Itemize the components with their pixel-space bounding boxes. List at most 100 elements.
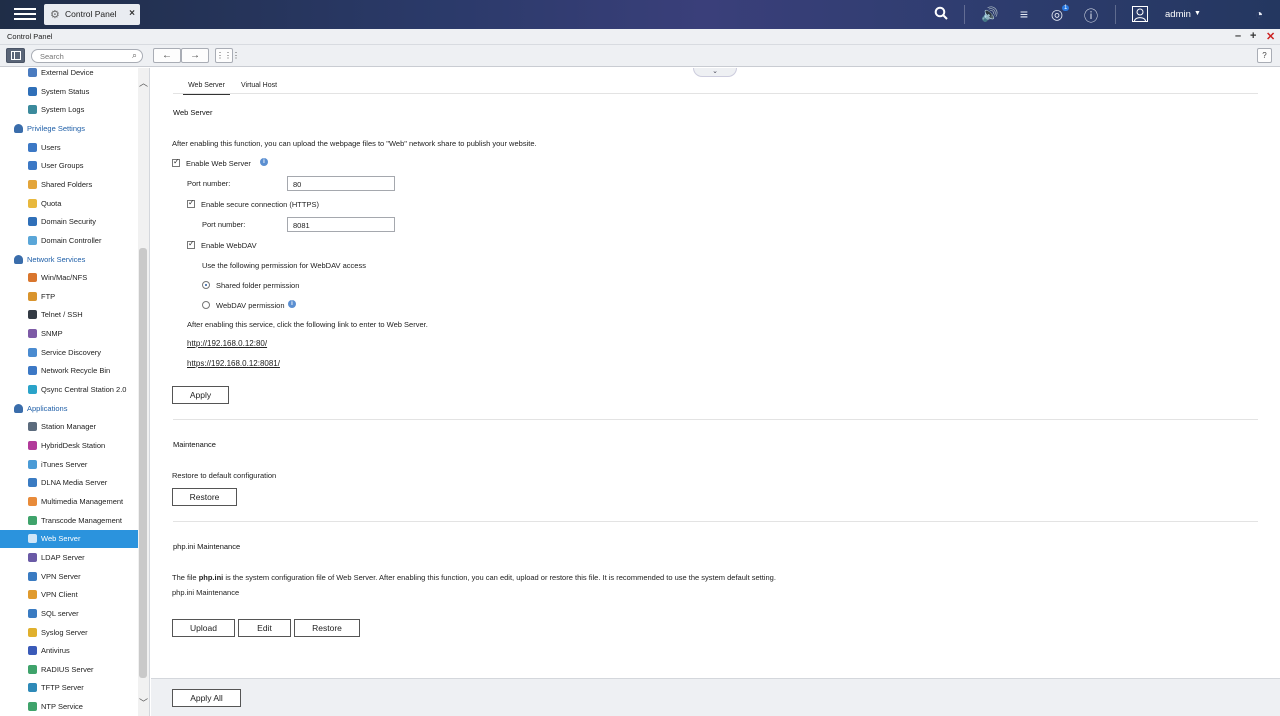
sidebar-item-antivirus[interactable]: Antivirus [0, 642, 138, 660]
upload-button[interactable]: Upload [172, 619, 235, 637]
info-icon[interactable]: i [260, 158, 268, 166]
search-icon: ⌕ [131, 50, 137, 60]
sidebar-item-sql-server[interactable]: SQL server [0, 605, 138, 623]
sidebar-item-users[interactable]: Users [0, 139, 138, 157]
sidebar-item-telnet-ssh[interactable]: Telnet / SSH [0, 306, 138, 324]
sidebar-item-ntp-service[interactable]: NTP Service [0, 698, 138, 716]
hybriddesk-station-icon [28, 441, 37, 450]
https-port-input[interactable] [293, 221, 391, 230]
sidebar-item-ftp[interactable]: FTP [0, 288, 138, 306]
main-menu-icon[interactable] [14, 5, 36, 23]
sidebar-item-snmp[interactable]: SNMP [0, 325, 138, 343]
sidebar-item-system-logs[interactable]: System Logs [0, 101, 138, 119]
volume-icon[interactable]: 🔊 [981, 6, 999, 23]
enable-https-checkbox[interactable] [187, 198, 195, 208]
search-icon[interactable] [932, 6, 950, 23]
sidebar-item-itunes-server[interactable]: iTunes Server [0, 456, 138, 474]
enable-webdav-checkbox[interactable] [187, 239, 195, 249]
forward-button[interactable]: → [181, 48, 209, 63]
enable-web-server-checkbox[interactable] [172, 157, 180, 167]
tab-control-panel[interactable]: ⚙ Control Panel × [44, 4, 140, 25]
shared-folder-permission-radio[interactable] [202, 281, 210, 289]
sidebar-category-applications[interactable]: Applications [0, 400, 138, 418]
sidebar-item-ldap-server[interactable]: LDAP Server [0, 549, 138, 567]
info-icon[interactable]: i [288, 300, 296, 308]
sidebar-scrollbar[interactable]: ︿ ﹀ [138, 68, 149, 716]
back-button[interactable]: ← [153, 48, 181, 63]
sidebar-item-radius-server[interactable]: RADIUS Server [0, 661, 138, 679]
webdav-permission-label: WebDAV permission [216, 301, 285, 310]
scroll-up-icon[interactable]: ︿ [139, 76, 148, 89]
sidebar-item-domain-security[interactable]: Domain Security [0, 213, 138, 231]
sidebar-item-label: System Logs [41, 105, 85, 115]
php-restore-button[interactable]: Restore [294, 619, 360, 637]
restore-button[interactable]: Restore [172, 488, 237, 506]
grid-view-icon[interactable]: ⋮⋮⋮ [215, 48, 240, 63]
port-field[interactable] [287, 176, 395, 191]
service-discovery-icon [28, 347, 37, 357]
sidebar-item-network-recycle-bin[interactable]: Network Recycle Bin [0, 362, 138, 380]
sidebar-item-service-discovery[interactable]: Service Discovery [0, 344, 138, 362]
close-window-icon[interactable]: ✕ [1266, 30, 1275, 43]
sidebar-item-dlna-media-server[interactable]: DLNA Media Server [0, 474, 138, 492]
port-input[interactable] [293, 180, 391, 189]
webdav-permission-radio[interactable] [202, 301, 210, 309]
sidebar-item-vpn-client[interactable]: VPN Client [0, 586, 138, 604]
shared-folders-icon [28, 179, 37, 189]
sidebar-item-label: iTunes Server [41, 459, 88, 469]
sidebar-item-external-device[interactable]: External Device [0, 68, 138, 82]
apply-all-button[interactable]: Apply All [172, 689, 241, 707]
vpn-server-icon [28, 571, 37, 581]
overview-icon[interactable] [6, 48, 25, 63]
minimize-icon[interactable]: – [1235, 30, 1241, 42]
sidebar-item-multimedia-management[interactable]: Multimedia Management [0, 493, 138, 511]
dashboard-icon[interactable]: ◔ [1250, 6, 1268, 22]
https-link[interactable]: https://192.168.0.12:8081/ [187, 359, 280, 368]
sidebar-item-vpn-server[interactable]: VPN Server [0, 568, 138, 586]
sidebar-item-label: Antivirus [41, 646, 70, 656]
restore-default-text: Restore to default configuration [172, 471, 277, 480]
sidebar-item-tftp-server[interactable]: TFTP Server [0, 679, 138, 697]
sidebar-category-privilege-settings[interactable]: Privilege Settings [0, 120, 138, 138]
sidebar-item-hybriddesk-station[interactable]: HybridDesk Station [0, 437, 138, 455]
sidebar-item-station-manager[interactable]: Station Manager [0, 418, 138, 436]
http-link[interactable]: http://192.168.0.12:80/ [187, 339, 267, 348]
user-avatar-icon[interactable] [1131, 6, 1149, 25]
sidebar-item-transcode-management[interactable]: Transcode Management [0, 512, 138, 530]
section-divider [173, 419, 1258, 420]
sidebar-item-label: VPN Server [41, 571, 81, 581]
edit-button[interactable]: Edit [238, 619, 291, 637]
scroll-down-icon[interactable]: ﹀ [139, 696, 148, 709]
sidebar-item-syslog-server[interactable]: Syslog Server [0, 624, 138, 642]
collapse-toggle[interactable]: ⌄ [693, 68, 737, 77]
telnet-ssh-icon [28, 310, 37, 320]
search-box[interactable]: ⌕ [31, 49, 143, 63]
sidebar-item-label: FTP [41, 291, 56, 301]
applications-icon [14, 403, 23, 413]
user-menu[interactable]: admin [1165, 9, 1191, 20]
close-icon[interactable]: × [129, 8, 135, 19]
sidebar-item-system-status[interactable]: System Status [0, 83, 138, 101]
sidebar-item-qsync-central-station-2-0[interactable]: Qsync Central Station 2.0 [0, 381, 138, 399]
apply-button[interactable]: Apply [172, 386, 229, 404]
sidebar-item-label: Shared Folders [41, 179, 93, 189]
sidebar-item-label: Network Recycle Bin [41, 366, 111, 376]
info-icon[interactable]: ⓘ [1082, 6, 1100, 26]
sidebar-item-shared-folders[interactable]: Shared Folders [0, 176, 138, 194]
sidebar-item-quota[interactable]: Quota [0, 195, 138, 213]
sidebar-item-domain-controller[interactable]: Domain Controller [0, 232, 138, 250]
chevron-down-icon[interactable]: ▼ [1194, 10, 1201, 17]
sidebar-item-web-server[interactable]: Web Server [0, 530, 138, 549]
background-tasks-icon[interactable]: ≡ [1015, 6, 1033, 22]
maximize-icon[interactable]: + [1250, 30, 1256, 42]
link-intro-text: After enabling this service, click the f… [187, 320, 428, 329]
antivirus-icon [28, 646, 37, 656]
php-desc-file: php.ini [198, 573, 224, 582]
sidebar-category-network-services[interactable]: Network Services [0, 251, 138, 269]
help-button[interactable]: ? [1257, 48, 1272, 63]
scrollbar-thumb[interactable] [139, 248, 147, 678]
search-input[interactable] [40, 52, 128, 61]
https-port-field[interactable] [287, 217, 395, 232]
sidebar-item-win-mac-nfs[interactable]: Win/Mac/NFS [0, 269, 138, 287]
sidebar-item-user-groups[interactable]: User Groups [0, 157, 138, 175]
